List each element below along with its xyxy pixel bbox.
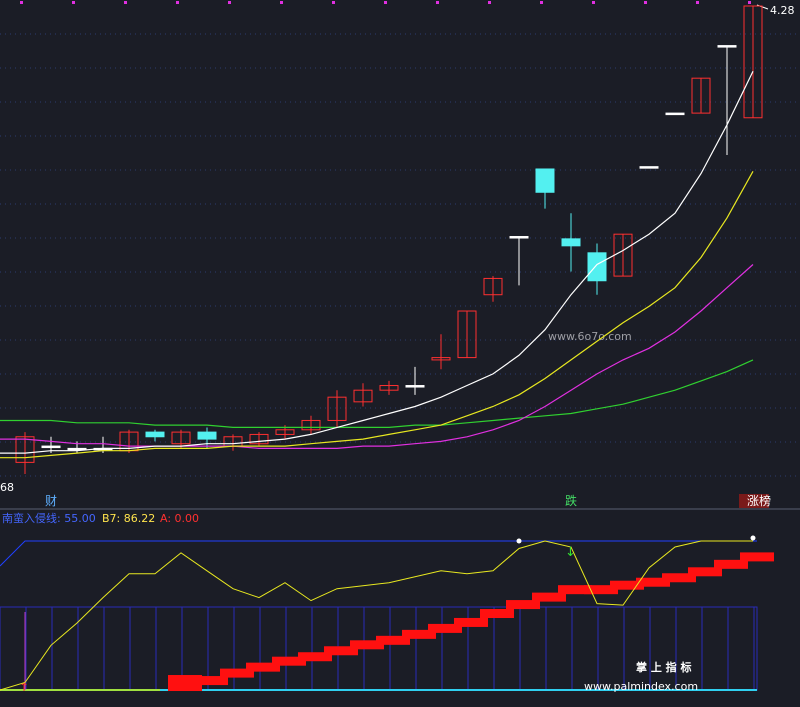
top-tick-dot (592, 1, 595, 4)
top-tick-dot (176, 1, 179, 4)
top-tick-dot (488, 1, 491, 4)
event-marker: 涨榜 (747, 493, 771, 508)
top-tick-dot (332, 1, 335, 4)
candle-body (561, 238, 581, 247)
top-tick-dot (228, 1, 231, 4)
event-marker: 财 (45, 494, 57, 508)
price-high-label: 4.28 (770, 4, 795, 17)
top-tick-dot (384, 1, 387, 4)
top-tick-dot (748, 1, 751, 4)
ma-yellow-line (0, 171, 754, 459)
red-step-bar (740, 552, 774, 562)
legend-line-value: 南蛮入侵线: 55.00 (2, 511, 96, 525)
top-tick-dot (644, 1, 647, 4)
brand-chinese: 掌 上 指 标 (636, 660, 692, 674)
top-tick-dot (280, 1, 283, 4)
ma-magenta-line (0, 264, 754, 449)
top-tick-dot (540, 1, 543, 4)
top-tick-dot (20, 1, 23, 4)
candle-body (405, 385, 425, 388)
candle-body (145, 431, 165, 438)
event-marker: 跌 (565, 493, 577, 508)
chart-canvas: 4.28 68 www.6o7o.com 财 跌 涨榜 南蛮入侵线: 55.00 B… (0, 1, 800, 694)
top-tick-dot (436, 1, 439, 4)
candle-body (41, 445, 61, 449)
candle-body (587, 252, 607, 282)
price-gridlines (0, 1, 800, 477)
peak-dot (750, 535, 756, 541)
candle-body (535, 168, 555, 193)
red-step-bar (454, 617, 488, 627)
top-tick-dot (72, 1, 75, 4)
legend-b7-value: B7: 86.22 (102, 512, 155, 525)
top-tick-dot (696, 1, 699, 4)
upper-band (0, 540, 757, 567)
candle-body (665, 112, 685, 116)
candle-body (717, 45, 737, 48)
red-step-bar (480, 609, 514, 619)
ma-white-line (0, 70, 754, 454)
watermark: www.6o7o.com (548, 330, 632, 343)
stock-chart: 4.28 68 www.6o7o.com 财 跌 涨榜 南蛮入侵线: 55.00 B… (0, 0, 800, 707)
candle-body (509, 236, 529, 239)
brand-url: www.palmindex.com (584, 680, 698, 693)
candle-body (639, 166, 659, 169)
up-arrow-icon: ↑ (19, 680, 29, 694)
candle-body (197, 431, 217, 440)
top-tick-dot (124, 1, 127, 4)
event-markers: 财 跌 涨榜 (45, 493, 771, 508)
price-low-label: 68 (0, 481, 14, 494)
candlesticks (15, 5, 763, 475)
peak-dot (516, 538, 522, 544)
legend-a-value: A: 0.00 (160, 512, 199, 525)
moving-average-lines (0, 70, 754, 459)
down-arrow-icon: ↓ (565, 545, 576, 560)
